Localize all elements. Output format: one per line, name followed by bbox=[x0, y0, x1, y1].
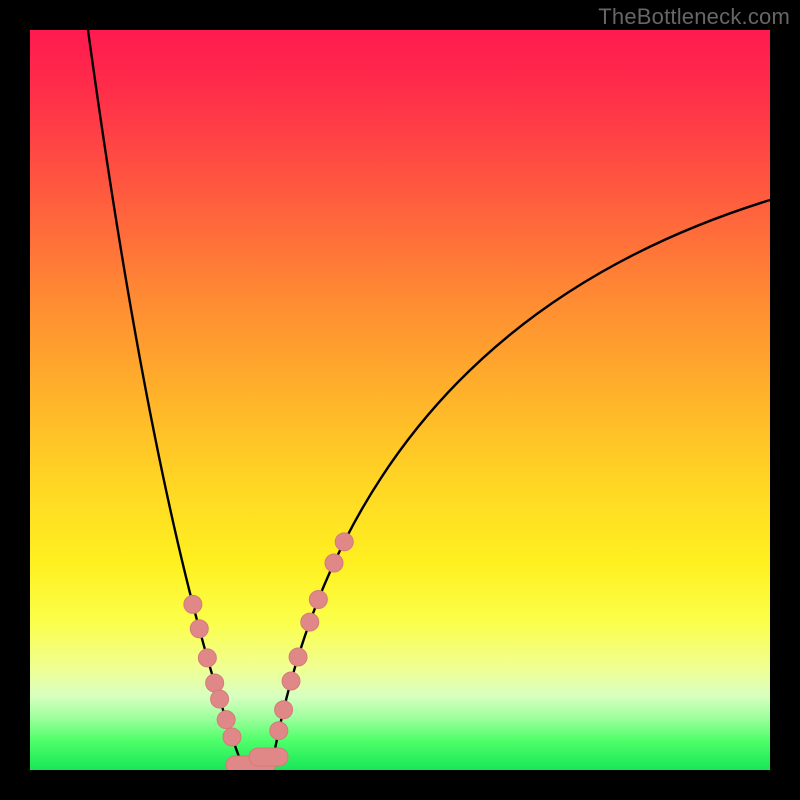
curve-marker bbox=[217, 711, 235, 729]
curve-marker bbox=[270, 722, 288, 740]
chart-frame: TheBottleneck.com bbox=[0, 0, 800, 800]
curve-marker bbox=[335, 533, 353, 551]
curve-marker bbox=[309, 590, 327, 608]
curve-marker bbox=[301, 613, 319, 631]
curve-marker bbox=[249, 748, 288, 766]
curve-marker bbox=[325, 554, 343, 572]
curve-marker bbox=[282, 672, 300, 690]
curve-marker bbox=[275, 701, 293, 719]
curve-marker bbox=[184, 595, 202, 613]
curve-marker bbox=[223, 728, 241, 746]
watermark-text: TheBottleneck.com bbox=[598, 4, 790, 30]
curve-marker bbox=[198, 649, 216, 667]
curve-marker bbox=[289, 648, 307, 666]
curve-markers bbox=[30, 30, 770, 770]
curve-marker bbox=[190, 620, 208, 638]
curve-marker bbox=[211, 690, 229, 708]
curve-marker bbox=[206, 674, 224, 692]
plot-area bbox=[30, 30, 770, 770]
